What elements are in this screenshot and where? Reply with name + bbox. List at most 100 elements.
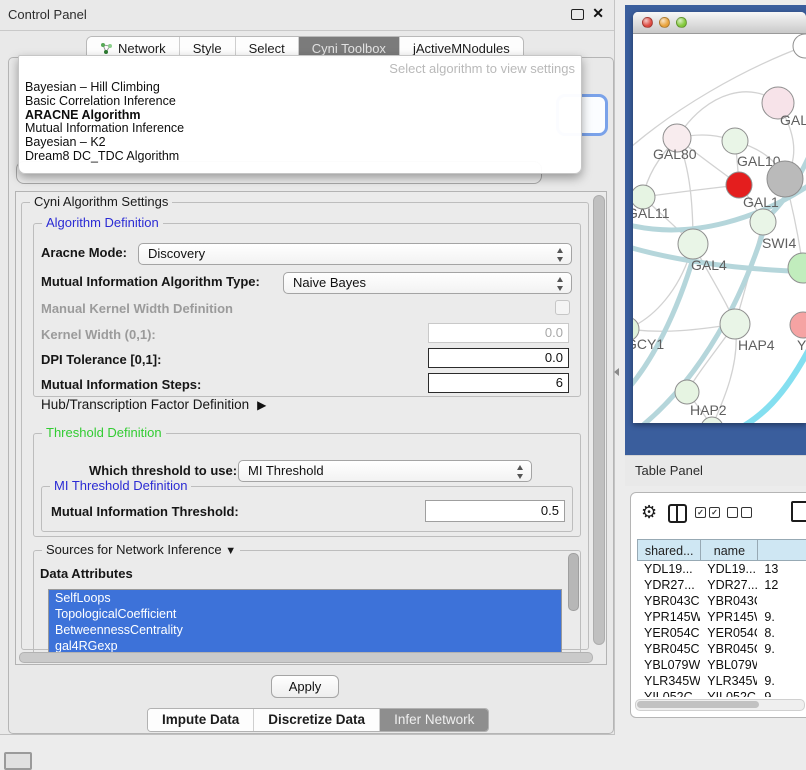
- window-zoom-button[interactable]: [676, 17, 687, 28]
- network-desktop-background: GALGAL80GAL10GAL1GAL11SWI4GAL4GCY1HAP4YH…: [625, 5, 806, 455]
- table-horizontal-scrollbar[interactable]: [635, 699, 805, 711]
- collapse-arrow-icon[interactable]: ▼: [225, 545, 236, 557]
- mi-threshold-input[interactable]: 0.5: [425, 500, 565, 522]
- node-label-y: Y: [797, 337, 806, 353]
- network-node-gal4[interactable]: [678, 229, 708, 259]
- sources-group: Sources for Network Inference ▼ Data Att…: [33, 550, 581, 658]
- combo-stepper-icon[interactable]: [515, 465, 525, 479]
- document-icon[interactable]: [791, 501, 806, 522]
- mi-threshold-label: Mutual Information Threshold:: [51, 504, 239, 519]
- float-panel-icon[interactable]: [571, 9, 584, 20]
- group-title: Sources for Network Inference ▼: [42, 542, 240, 557]
- dropdown-item-dream8-dc-tdc-algorithm[interactable]: Dream8 DC_TDC Algorithm: [25, 150, 575, 164]
- network-graph-canvas[interactable]: GALGAL80GAL10GAL1GAL11SWI4GAL4GCY1HAP4YH…: [633, 34, 806, 423]
- kernel-width-label: Kernel Width (0,1):: [41, 327, 156, 342]
- table-cell: [757, 657, 806, 673]
- attribute-item-betweennesscentrality[interactable]: BetweennessCentrality: [49, 622, 561, 638]
- table-row[interactable]: YER054CYER054C8.: [637, 625, 806, 641]
- mi-steps-input[interactable]: 6: [428, 373, 569, 393]
- gear-icon[interactable]: ⚙: [641, 503, 657, 521]
- table-cell: YIL052C: [637, 689, 700, 697]
- dropdown-item-bayesian-hill-climbing[interactable]: Bayesian – Hill Climbing: [25, 81, 575, 95]
- tab-impute-data[interactable]: Impute Data: [148, 709, 254, 731]
- combo-stepper-icon[interactable]: [555, 277, 565, 291]
- manual-kernel-checkbox[interactable]: [555, 300, 570, 315]
- node-attribute-table: shared...name YDL19...YDL19...13YDR27...…: [637, 539, 806, 697]
- expand-arrow-icon[interactable]: ▶: [257, 398, 266, 412]
- table-row[interactable]: YBR045CYBR045C9.: [637, 641, 806, 657]
- combo-stepper-icon[interactable]: [555, 248, 565, 262]
- hub-definition-expander[interactable]: Hub/Transcription Factor Definition ▶: [41, 397, 266, 412]
- checked-checkbox-icon[interactable]: ✓: [695, 507, 706, 518]
- network-node-swi4[interactable]: [750, 209, 776, 235]
- table-cell: YBR045C: [700, 641, 757, 657]
- window-minimize-button[interactable]: [659, 17, 670, 28]
- node-label-gal80: GAL80: [653, 146, 697, 162]
- dpi-tolerance-input[interactable]: 0.0: [428, 348, 569, 368]
- network-node-y[interactable]: [790, 312, 806, 338]
- dropdown-item-list: Bayesian – Hill ClimbingBasic Correlatio…: [25, 81, 575, 164]
- table-cell: YIL052C: [700, 689, 757, 697]
- close-icon[interactable]: ✕: [592, 5, 604, 22]
- table-cell: [757, 593, 806, 609]
- window-close-button[interactable]: [642, 17, 653, 28]
- attribute-item-selfloops[interactable]: SelfLoops: [49, 590, 561, 606]
- table-cell: 8.: [757, 625, 806, 641]
- table-row[interactable]: YBL079WYBL079W: [637, 657, 806, 673]
- table-cell: YBL079W: [700, 657, 757, 673]
- table-row[interactable]: YLR345WYLR345W9.: [637, 673, 806, 689]
- network-node-hap4[interactable]: [720, 309, 750, 339]
- tab-discretize-data[interactable]: Discretize Data: [254, 709, 380, 731]
- kernel-width-input[interactable]: 0.0: [428, 323, 569, 343]
- column-layout-icon[interactable]: [668, 504, 687, 523]
- table-cell: YBL079W: [637, 657, 700, 673]
- which-threshold-combo[interactable]: MI Threshold: [238, 460, 532, 482]
- settings-horizontal-scrollbar[interactable]: [19, 652, 591, 662]
- network-node[interactable]: [793, 34, 806, 58]
- group-title: Threshold Definition: [42, 425, 166, 440]
- table-row[interactable]: YDR27...YDR27...12: [637, 577, 806, 593]
- column-header-2[interactable]: [757, 539, 806, 561]
- table-row[interactable]: YPR145WYPR145W9.: [637, 609, 806, 625]
- panel-splitter-handle[interactable]: [614, 368, 619, 376]
- attribute-item-topologicalcoefficient[interactable]: TopologicalCoefficient: [49, 606, 561, 622]
- algorithm-definition-group: Algorithm Definition Aracne Mode: Discov…: [33, 223, 581, 397]
- network-edge[interactable]: [633, 252, 695, 392]
- tab-infer-network[interactable]: Infer Network: [380, 709, 488, 731]
- attributes-scrollbar[interactable]: [568, 553, 579, 611]
- network-node-gal10[interactable]: [722, 128, 748, 154]
- table-row[interactable]: YBR043CYBR043C: [637, 593, 806, 609]
- column-header-name[interactable]: name: [700, 539, 757, 561]
- aracne-mode-combo[interactable]: Discovery: [138, 243, 572, 265]
- network-node-hap2[interactable]: [675, 380, 699, 404]
- table-cell: YBR045C: [637, 641, 700, 657]
- checked-checkbox-icon[interactable]: ✓: [709, 507, 720, 518]
- table-cell: 9.: [757, 689, 806, 697]
- table-row[interactable]: YDL19...YDL19...13: [637, 561, 806, 577]
- dropdown-item-basic-correlation-inference[interactable]: Basic Correlation Inference: [25, 95, 575, 109]
- threshold-definition-group: Threshold Definition Which threshold to …: [33, 433, 581, 537]
- node-label-gal: GAL: [780, 112, 806, 128]
- group-title: Algorithm Definition: [42, 215, 163, 230]
- network-edge[interactable]: [725, 342, 806, 423]
- table-panel-titlebar: Table Panel: [625, 455, 806, 486]
- dropdown-item-aracne-algorithm[interactable]: ARACNE Algorithm: [25, 109, 575, 123]
- column-header-shared[interactable]: shared...: [637, 539, 700, 561]
- apply-button[interactable]: Apply: [271, 675, 339, 698]
- dropdown-item-bayesian-k2[interactable]: Bayesian – K2: [25, 136, 575, 150]
- node-label-gcy1: GCY1: [633, 336, 664, 352]
- unchecked-checkbox-icon[interactable]: [741, 507, 752, 518]
- network-node[interactable]: [788, 253, 806, 283]
- settings-vertical-scrollbar[interactable]: [592, 195, 604, 647]
- node-label-gal1: GAL1: [743, 194, 779, 210]
- window-grip-icon[interactable]: [4, 752, 32, 770]
- network-node[interactable]: [767, 161, 803, 197]
- data-attributes-list[interactable]: SelfLoopsTopologicalCoefficientBetweenne…: [48, 589, 562, 656]
- table-row[interactable]: YIL052CYIL052C9.: [637, 689, 806, 697]
- network-icon: [100, 42, 113, 55]
- table-cell: YER054C: [700, 625, 757, 641]
- mi-type-combo[interactable]: Naive Bayes: [283, 272, 572, 294]
- table-cell: YPR145W: [700, 609, 757, 625]
- unchecked-checkbox-icon[interactable]: [727, 507, 738, 518]
- dropdown-item-mutual-information-inference[interactable]: Mutual Information Inference: [25, 122, 575, 136]
